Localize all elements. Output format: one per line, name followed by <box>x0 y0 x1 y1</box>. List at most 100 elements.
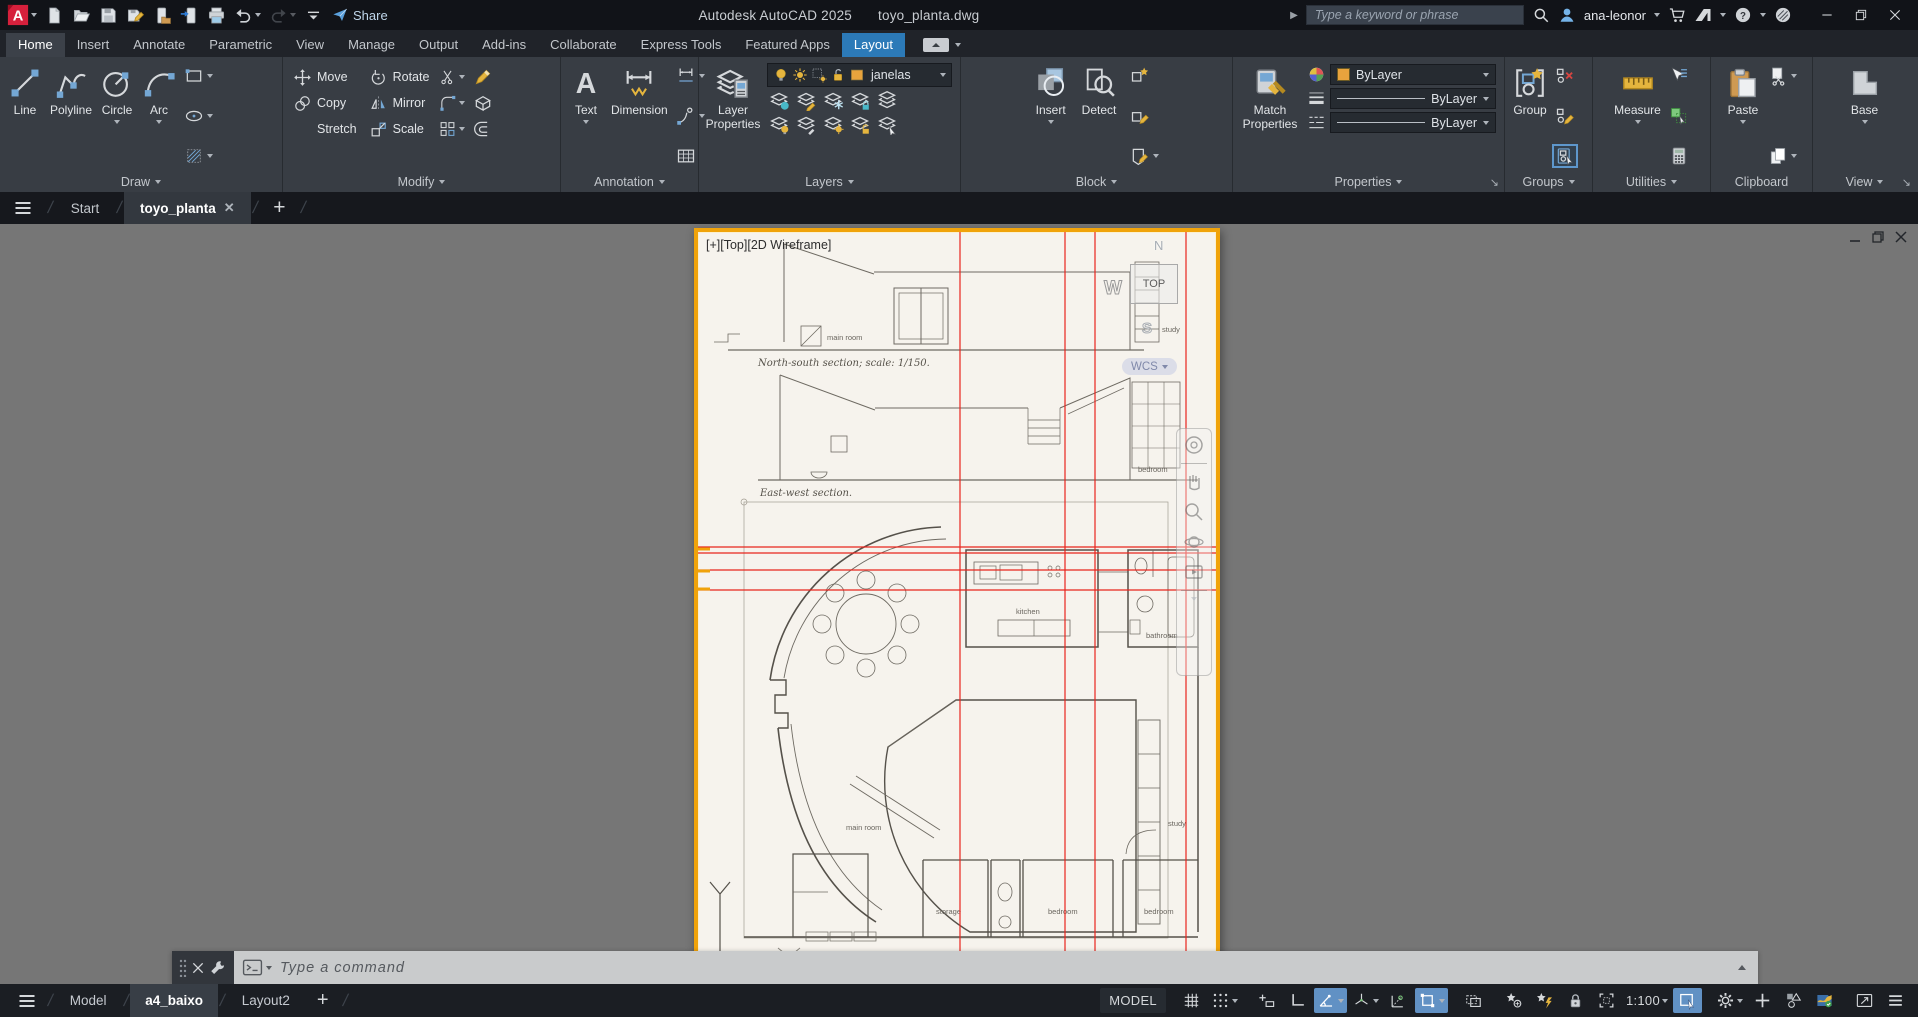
layers-panel-label[interactable]: Layers <box>699 171 960 192</box>
line-button[interactable]: Line <box>4 61 46 171</box>
erase-button[interactable] <box>471 66 499 88</box>
open-from-web-mobile-button[interactable] <box>150 2 175 28</box>
arc-button[interactable]: Arc <box>138 61 180 171</box>
user-menu-caret-icon[interactable] <box>1654 13 1660 17</box>
customize-button[interactable] <box>1881 988 1910 1013</box>
drawing-canvas[interactable]: North-south section; scale: 1/150. East-… <box>0 224 1918 984</box>
restore-button[interactable] <box>1844 1 1878 29</box>
select-matching-button[interactable] <box>1667 105 1691 127</box>
view-launcher-icon[interactable]: ↘ <box>1902 176 1911 189</box>
autodesk-menu-caret-icon[interactable] <box>1720 13 1726 17</box>
ribbon-tab-home[interactable]: Home <box>6 33 65 57</box>
save-button[interactable] <box>96 2 121 28</box>
doc-minimize-button[interactable] <box>1848 230 1862 244</box>
quick-select-button[interactable] <box>1667 65 1691 87</box>
object-snap-button[interactable] <box>1415 988 1448 1013</box>
save-to-web-mobile-button[interactable] <box>177 2 202 28</box>
user-name[interactable]: ana-leonor <box>1584 8 1646 23</box>
properties-launcher-icon[interactable]: ↘ <box>1490 176 1499 189</box>
explode-button[interactable] <box>471 92 499 114</box>
lineweight-icon[interactable] <box>1307 89 1326 108</box>
user-avatar-icon[interactable] <box>1558 6 1576 24</box>
autodesk-logo-icon[interactable] <box>1694 6 1712 24</box>
open-file-button[interactable] <box>69 2 94 28</box>
help-caret-icon[interactable] <box>1760 13 1766 17</box>
ribbon-tab-manage[interactable]: Manage <box>336 33 407 57</box>
annotation-scale-lock-button[interactable] <box>1561 988 1590 1013</box>
hatch-button[interactable] <box>182 145 215 167</box>
polar-tracking-button[interactable] <box>1314 988 1347 1013</box>
ribbon-tab-view[interactable]: View <box>284 33 336 57</box>
quick-calculator-button[interactable] <box>1667 145 1691 167</box>
layer-unlock-tool-button[interactable] <box>850 114 871 135</box>
clean-screen-button[interactable] <box>1850 988 1879 1013</box>
share-button[interactable]: Share <box>332 7 388 23</box>
navigation-wheel-icon[interactable] <box>1182 433 1206 457</box>
search-expand-icon[interactable]: ▶ <box>1290 10 1298 21</box>
viewport-maximize-button[interactable] <box>1592 988 1621 1013</box>
insert-button[interactable]: Insert <box>1030 61 1072 171</box>
circle-button[interactable]: Circle <box>96 61 138 171</box>
group-edit-button[interactable] <box>1553 105 1577 127</box>
layer-thaw-button[interactable] <box>823 114 844 135</box>
draw-panel-label[interactable]: Draw <box>0 171 282 192</box>
rotate-button[interactable]: Rotate <box>365 68 434 87</box>
trim-button[interactable] <box>437 66 467 88</box>
ortho-mode-button[interactable] <box>1283 988 1312 1013</box>
dynamic-input-button[interactable] <box>1252 988 1281 1013</box>
utilities-panel-label[interactable]: Utilities <box>1593 171 1710 192</box>
viewcube-south-label[interactable]: S <box>1142 320 1152 337</box>
scale-button[interactable]: Scale <box>365 120 434 139</box>
lineweight-select[interactable]: ByLayer <box>1330 88 1496 109</box>
new-file-button[interactable] <box>42 2 67 28</box>
object-color-icon[interactable] <box>1307 65 1326 84</box>
navigation-bar[interactable] <box>1176 428 1212 676</box>
layout-tab-layout2[interactable]: Layout2 <box>227 984 305 1017</box>
minimize-button[interactable] <box>1810 1 1844 29</box>
detect-button[interactable]: Detect <box>1078 61 1121 171</box>
qat-customize-button[interactable] <box>301 2 326 28</box>
model-paper-button[interactable]: MODEL <box>1100 988 1166 1013</box>
file-tab-start[interactable]: Start <box>55 192 116 224</box>
layout-paper[interactable]: North-south section; scale: 1/150. East-… <box>694 228 1220 977</box>
layout-tab-menu-button[interactable] <box>8 991 46 1011</box>
command-input[interactable] <box>280 960 1730 976</box>
viewcube-west-label[interactable]: W <box>1104 278 1122 300</box>
ribbon-tab-annotate[interactable]: Annotate <box>121 33 197 57</box>
match-properties-button[interactable]: Match Properties <box>1237 61 1303 171</box>
layer-select[interactable]: janelas <box>767 63 952 87</box>
properties-panel-label[interactable]: Properties↘ <box>1233 171 1504 192</box>
file-tab-toyo_planta[interactable]: toyo_planta✕ <box>124 192 251 224</box>
snap-mode-button[interactable] <box>1208 988 1241 1013</box>
ribbon-tab-featured-apps[interactable]: Featured Apps <box>733 33 842 57</box>
ribbon-tab-output[interactable]: Output <box>407 33 470 57</box>
layer-freeze-button[interactable] <box>823 90 844 111</box>
plot-button[interactable] <box>204 2 229 28</box>
group-button[interactable]: Group <box>1509 61 1551 171</box>
annotation-panel-label[interactable]: Annotation <box>561 171 698 192</box>
attribute-manager-button[interactable] <box>1128 145 1161 167</box>
wcs-menu[interactable]: WCS <box>1122 358 1177 375</box>
layer-off-button[interactable] <box>769 90 790 111</box>
ungroup-button[interactable] <box>1553 65 1577 87</box>
layout-tab-a4_baixo[interactable]: a4_baixo <box>130 984 218 1017</box>
isolate-objects-button[interactable] <box>1779 988 1808 1013</box>
ellipse-button[interactable] <box>182 105 215 127</box>
layer-lock-button[interactable] <box>850 90 871 111</box>
ribbon-tab-layout[interactable]: Layout <box>842 33 905 57</box>
array-button[interactable] <box>437 118 467 140</box>
text-button[interactable]: A Text <box>565 61 607 171</box>
isometric-drafting-button[interactable] <box>1349 988 1382 1013</box>
viewport-controls-label[interactable]: [+][Top][2D Wireframe] <box>706 238 831 252</box>
cart-icon[interactable] <box>1668 6 1686 24</box>
save-as-button[interactable] <box>123 2 148 28</box>
showmotion-icon[interactable] <box>1182 560 1206 584</box>
undo-button[interactable] <box>231 2 264 28</box>
paste-button[interactable]: Paste <box>1722 61 1764 171</box>
new-drawing-tab-button[interactable]: + <box>259 192 299 224</box>
close-button[interactable] <box>1878 1 1912 29</box>
pan-icon[interactable] <box>1182 470 1206 494</box>
measure-button[interactable]: Measure <box>1610 61 1665 171</box>
linetype-select[interactable]: ByLayer <box>1330 112 1496 133</box>
ribbon-tab-insert[interactable]: Insert <box>65 33 122 57</box>
